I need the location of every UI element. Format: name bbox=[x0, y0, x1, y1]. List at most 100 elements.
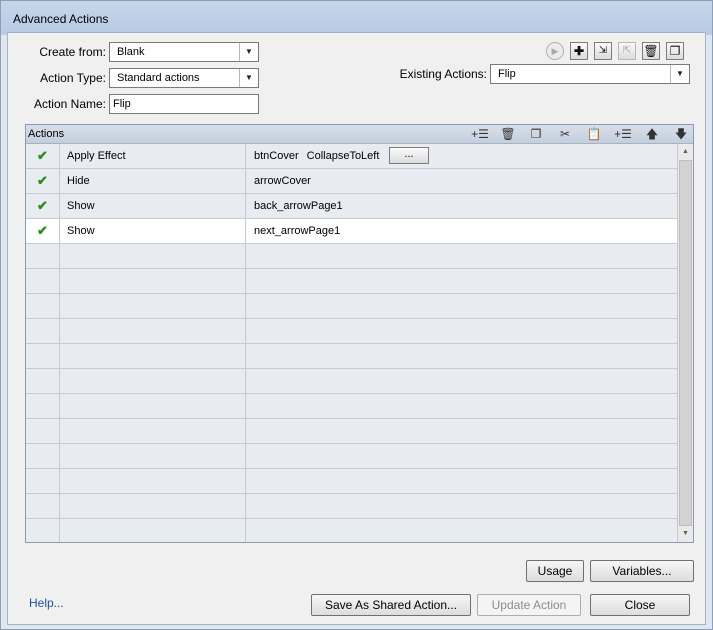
empty-row[interactable] bbox=[26, 294, 677, 319]
empty-cell bbox=[26, 244, 60, 268]
empty-cell bbox=[246, 519, 677, 542]
empty-row[interactable] bbox=[26, 269, 677, 294]
checkmark-icon[interactable]: ✔ bbox=[26, 169, 60, 193]
empty-row[interactable] bbox=[26, 394, 677, 419]
empty-cell bbox=[26, 319, 60, 343]
chevron-down-icon[interactable]: ▼ bbox=[239, 69, 258, 87]
action-cell[interactable]: Show bbox=[60, 194, 246, 218]
action-cell[interactable]: Hide bbox=[60, 169, 246, 193]
empty-row[interactable] bbox=[26, 319, 677, 344]
empty-cell bbox=[246, 469, 677, 493]
copy-icon[interactable]: ❐ bbox=[526, 126, 546, 142]
existing-actions-label: Existing Actions: bbox=[399, 67, 487, 81]
help-link[interactable]: Help... bbox=[29, 596, 64, 610]
empty-cell bbox=[60, 419, 246, 443]
empty-cell bbox=[26, 494, 60, 518]
chevron-down-icon[interactable]: ▼ bbox=[239, 43, 258, 61]
scrollbar-thumb[interactable] bbox=[679, 160, 692, 526]
close-button[interactable]: Close bbox=[590, 594, 690, 616]
vertical-scrollbar[interactable]: ▲ ▼ bbox=[677, 144, 693, 542]
empty-cell bbox=[26, 469, 60, 493]
chevron-down-icon[interactable]: ▼ bbox=[670, 65, 689, 83]
move-down-icon[interactable]: 🡇 bbox=[671, 126, 691, 142]
empty-cell bbox=[26, 344, 60, 368]
empty-row[interactable] bbox=[26, 244, 677, 269]
action-name-input[interactable]: Flip bbox=[109, 94, 259, 114]
action-type-select[interactable]: Standard actions ▼ bbox=[109, 68, 259, 88]
empty-cell bbox=[60, 244, 246, 268]
empty-cell bbox=[246, 394, 677, 418]
target-cell[interactable]: back_arrowPage1 bbox=[246, 194, 677, 218]
checkmark-icon[interactable]: ✔ bbox=[26, 144, 60, 168]
import-icon[interactable]: ⇲ bbox=[594, 42, 612, 60]
empty-cell bbox=[60, 294, 246, 318]
target-value: btnCover bbox=[254, 150, 299, 162]
action-cell[interactable]: Show bbox=[60, 219, 246, 243]
create-from-label: Create from: bbox=[39, 45, 106, 59]
empty-cell bbox=[60, 394, 246, 418]
empty-cell bbox=[246, 419, 677, 443]
save-as-shared-action-button[interactable]: Save As Shared Action... bbox=[311, 594, 471, 616]
insert-icon[interactable]: +☰ bbox=[613, 126, 633, 142]
add-icon[interactable]: ✚ bbox=[570, 42, 588, 60]
effect-value: CollapseToLeft bbox=[306, 150, 380, 162]
action-name-label: Action Name: bbox=[33, 97, 106, 111]
duplicate-icon[interactable]: ❐ bbox=[666, 42, 684, 60]
target-cell[interactable]: btnCover CollapseToLeft ... bbox=[246, 144, 677, 168]
scroll-up-icon[interactable]: ▲ bbox=[678, 144, 693, 160]
table-row[interactable]: ✔ Hide arrowCover bbox=[26, 169, 677, 194]
target-cell[interactable]: arrowCover bbox=[246, 169, 677, 193]
move-up-icon[interactable]: 🡅 bbox=[642, 126, 662, 142]
empty-cell bbox=[246, 269, 677, 293]
empty-cell bbox=[60, 494, 246, 518]
empty-row[interactable] bbox=[26, 444, 677, 469]
actions-grid-title: Actions bbox=[28, 128, 65, 140]
checkmark-icon[interactable]: ✔ bbox=[26, 219, 60, 243]
title-bar[interactable]: Advanced Actions bbox=[1, 1, 712, 35]
delete-row-icon[interactable]: 🗑 bbox=[498, 126, 518, 142]
target-cell[interactable]: next_arrowPage1 bbox=[246, 219, 677, 243]
empty-cell bbox=[246, 244, 677, 268]
actions-grid-header: Actions +☰ 🗑 ❐ ✂ 📋 +☰ 🡅 🡇 bbox=[26, 125, 693, 144]
actions-grid-rows: ✔ Apply Effect btnCover CollapseToLeft ..… bbox=[26, 144, 677, 542]
export-icon: ⇱ bbox=[618, 42, 636, 60]
table-row[interactable]: ✔ Apply Effect btnCover CollapseToLeft ..… bbox=[26, 144, 677, 169]
paste-icon: 📋 bbox=[586, 127, 602, 141]
empty-cell bbox=[60, 269, 246, 293]
more-options-button[interactable]: ... bbox=[389, 147, 429, 164]
empty-cell bbox=[26, 269, 60, 293]
empty-cell bbox=[60, 369, 246, 393]
empty-cell bbox=[246, 294, 677, 318]
empty-cell bbox=[60, 444, 246, 468]
empty-cell bbox=[246, 369, 677, 393]
empty-cell bbox=[26, 444, 60, 468]
empty-cell bbox=[60, 469, 246, 493]
empty-row[interactable] bbox=[26, 494, 677, 519]
existing-actions-select[interactable]: Flip ▼ bbox=[490, 64, 690, 84]
empty-cell bbox=[26, 394, 60, 418]
empty-cell bbox=[246, 344, 677, 368]
variables-button[interactable]: Variables... bbox=[590, 560, 694, 582]
actions-grid: Actions +☰ 🗑 ❐ ✂ 📋 +☰ 🡅 🡇 ✔ Apply Effect… bbox=[25, 124, 694, 543]
create-from-select[interactable]: Blank ▼ bbox=[109, 42, 259, 62]
advanced-actions-dialog: Advanced Actions Create from: Blank ▼ Ac… bbox=[0, 0, 713, 630]
empty-row[interactable] bbox=[26, 369, 677, 394]
empty-row[interactable] bbox=[26, 519, 677, 542]
empty-row[interactable] bbox=[26, 344, 677, 369]
empty-row[interactable] bbox=[26, 419, 677, 444]
table-row-selected[interactable]: ✔ Show next_arrowPage1 bbox=[26, 219, 677, 244]
cut-icon[interactable]: ✂ bbox=[555, 126, 575, 142]
scroll-down-icon[interactable]: ▼ bbox=[678, 526, 693, 542]
preview-icon: ▶ bbox=[546, 42, 564, 60]
action-cell[interactable]: Apply Effect bbox=[60, 144, 246, 168]
table-row[interactable]: ✔ Show back_arrowPage1 bbox=[26, 194, 677, 219]
usage-button[interactable]: Usage bbox=[526, 560, 584, 582]
empty-cell bbox=[26, 519, 60, 542]
checkmark-icon[interactable]: ✔ bbox=[26, 194, 60, 218]
dialog-title: Advanced Actions bbox=[13, 12, 109, 26]
add-row-icon[interactable]: +☰ bbox=[470, 126, 490, 142]
empty-cell bbox=[246, 444, 677, 468]
delete-icon[interactable]: 🗑 bbox=[642, 42, 660, 60]
empty-row[interactable] bbox=[26, 469, 677, 494]
empty-cell bbox=[60, 344, 246, 368]
